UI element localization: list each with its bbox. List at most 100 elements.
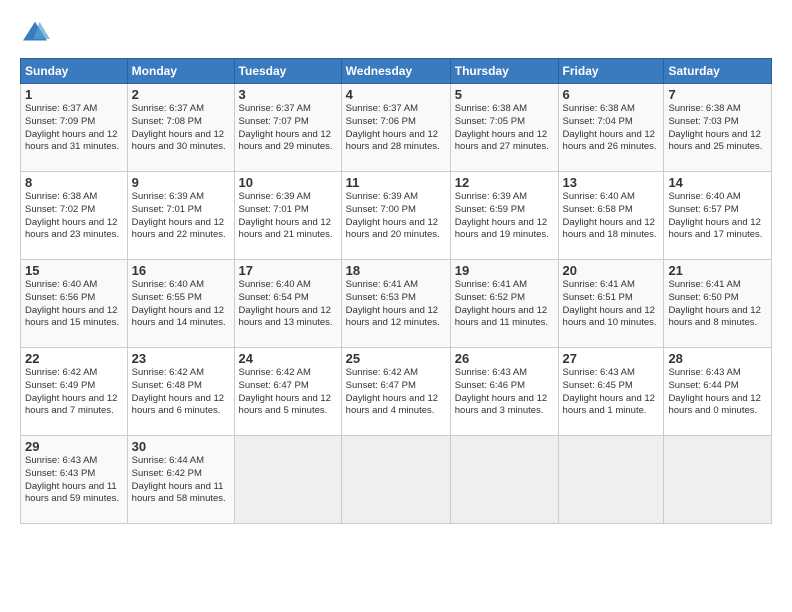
calendar-cell: 15Sunrise: 6:40 AMSunset: 6:56 PMDayligh… — [21, 260, 128, 348]
weekday-header: Tuesday — [234, 59, 341, 84]
day-info: Sunrise: 6:37 AMSunset: 7:09 PMDaylight … — [25, 103, 123, 154]
day-info: Sunrise: 6:39 AMSunset: 7:00 PMDaylight … — [346, 191, 446, 242]
day-number: 9 — [132, 175, 230, 190]
calendar-cell: 23Sunrise: 6:42 AMSunset: 6:48 PMDayligh… — [127, 348, 234, 436]
calendar-week-row: 22Sunrise: 6:42 AMSunset: 6:49 PMDayligh… — [21, 348, 772, 436]
calendar-table: SundayMondayTuesdayWednesdayThursdayFrid… — [20, 58, 772, 524]
calendar-cell: 11Sunrise: 6:39 AMSunset: 7:00 PMDayligh… — [341, 172, 450, 260]
day-info: Sunrise: 6:38 AMSunset: 7:03 PMDaylight … — [668, 103, 767, 154]
calendar-cell: 28Sunrise: 6:43 AMSunset: 6:44 PMDayligh… — [664, 348, 772, 436]
day-number: 27 — [563, 351, 660, 366]
day-info: Sunrise: 6:41 AMSunset: 6:52 PMDaylight … — [455, 279, 554, 330]
calendar-cell: 2Sunrise: 6:37 AMSunset: 7:08 PMDaylight… — [127, 84, 234, 172]
calendar-cell: 5Sunrise: 6:38 AMSunset: 7:05 PMDaylight… — [450, 84, 558, 172]
day-info: Sunrise: 6:38 AMSunset: 7:02 PMDaylight … — [25, 191, 123, 242]
day-info: Sunrise: 6:43 AMSunset: 6:45 PMDaylight … — [563, 367, 660, 418]
calendar-cell: 30Sunrise: 6:44 AMSunset: 6:42 PMDayligh… — [127, 436, 234, 524]
calendar-cell: 13Sunrise: 6:40 AMSunset: 6:58 PMDayligh… — [558, 172, 664, 260]
day-info: Sunrise: 6:41 AMSunset: 6:50 PMDaylight … — [668, 279, 767, 330]
day-info: Sunrise: 6:41 AMSunset: 6:53 PMDaylight … — [346, 279, 446, 330]
calendar-cell — [450, 436, 558, 524]
day-info: Sunrise: 6:42 AMSunset: 6:47 PMDaylight … — [239, 367, 337, 418]
calendar-header-row: SundayMondayTuesdayWednesdayThursdayFrid… — [21, 59, 772, 84]
weekday-header: Sunday — [21, 59, 128, 84]
calendar-cell: 22Sunrise: 6:42 AMSunset: 6:49 PMDayligh… — [21, 348, 128, 436]
day-info: Sunrise: 6:37 AMSunset: 7:06 PMDaylight … — [346, 103, 446, 154]
weekday-header: Friday — [558, 59, 664, 84]
weekday-header: Saturday — [664, 59, 772, 84]
day-number: 2 — [132, 87, 230, 102]
calendar-cell: 9Sunrise: 6:39 AMSunset: 7:01 PMDaylight… — [127, 172, 234, 260]
day-number: 28 — [668, 351, 767, 366]
calendar-week-row: 8Sunrise: 6:38 AMSunset: 7:02 PMDaylight… — [21, 172, 772, 260]
calendar-week-row: 29Sunrise: 6:43 AMSunset: 6:43 PMDayligh… — [21, 436, 772, 524]
day-number: 11 — [346, 175, 446, 190]
day-number: 20 — [563, 263, 660, 278]
calendar-cell — [234, 436, 341, 524]
day-info: Sunrise: 6:37 AMSunset: 7:07 PMDaylight … — [239, 103, 337, 154]
day-info: Sunrise: 6:40 AMSunset: 6:55 PMDaylight … — [132, 279, 230, 330]
day-number: 25 — [346, 351, 446, 366]
day-info: Sunrise: 6:39 AMSunset: 6:59 PMDaylight … — [455, 191, 554, 242]
day-info: Sunrise: 6:39 AMSunset: 7:01 PMDaylight … — [132, 191, 230, 242]
calendar-cell: 14Sunrise: 6:40 AMSunset: 6:57 PMDayligh… — [664, 172, 772, 260]
day-info: Sunrise: 6:43 AMSunset: 6:46 PMDaylight … — [455, 367, 554, 418]
calendar-cell — [558, 436, 664, 524]
day-number: 14 — [668, 175, 767, 190]
day-number: 19 — [455, 263, 554, 278]
day-number: 22 — [25, 351, 123, 366]
day-number: 12 — [455, 175, 554, 190]
day-number: 24 — [239, 351, 337, 366]
weekday-header: Wednesday — [341, 59, 450, 84]
day-info: Sunrise: 6:42 AMSunset: 6:47 PMDaylight … — [346, 367, 446, 418]
day-number: 30 — [132, 439, 230, 454]
calendar-cell: 21Sunrise: 6:41 AMSunset: 6:50 PMDayligh… — [664, 260, 772, 348]
day-number: 17 — [239, 263, 337, 278]
calendar-cell: 27Sunrise: 6:43 AMSunset: 6:45 PMDayligh… — [558, 348, 664, 436]
day-info: Sunrise: 6:40 AMSunset: 6:57 PMDaylight … — [668, 191, 767, 242]
weekday-header: Monday — [127, 59, 234, 84]
calendar-cell: 4Sunrise: 6:37 AMSunset: 7:06 PMDaylight… — [341, 84, 450, 172]
calendar-cell: 29Sunrise: 6:43 AMSunset: 6:43 PMDayligh… — [21, 436, 128, 524]
day-number: 3 — [239, 87, 337, 102]
day-info: Sunrise: 6:41 AMSunset: 6:51 PMDaylight … — [563, 279, 660, 330]
day-number: 16 — [132, 263, 230, 278]
page-container: SundayMondayTuesdayWednesdayThursdayFrid… — [0, 0, 792, 534]
calendar-cell — [341, 436, 450, 524]
calendar-cell: 1Sunrise: 6:37 AMSunset: 7:09 PMDaylight… — [21, 84, 128, 172]
day-info: Sunrise: 6:38 AMSunset: 7:05 PMDaylight … — [455, 103, 554, 154]
calendar-cell: 6Sunrise: 6:38 AMSunset: 7:04 PMDaylight… — [558, 84, 664, 172]
day-info: Sunrise: 6:40 AMSunset: 6:54 PMDaylight … — [239, 279, 337, 330]
calendar-cell: 25Sunrise: 6:42 AMSunset: 6:47 PMDayligh… — [341, 348, 450, 436]
day-number: 6 — [563, 87, 660, 102]
day-number: 15 — [25, 263, 123, 278]
day-info: Sunrise: 6:43 AMSunset: 6:43 PMDaylight … — [25, 455, 123, 506]
calendar-cell: 3Sunrise: 6:37 AMSunset: 7:07 PMDaylight… — [234, 84, 341, 172]
calendar-cell: 19Sunrise: 6:41 AMSunset: 6:52 PMDayligh… — [450, 260, 558, 348]
calendar-cell: 10Sunrise: 6:39 AMSunset: 7:01 PMDayligh… — [234, 172, 341, 260]
weekday-header: Thursday — [450, 59, 558, 84]
calendar-cell: 12Sunrise: 6:39 AMSunset: 6:59 PMDayligh… — [450, 172, 558, 260]
day-number: 1 — [25, 87, 123, 102]
day-number: 23 — [132, 351, 230, 366]
calendar-cell: 16Sunrise: 6:40 AMSunset: 6:55 PMDayligh… — [127, 260, 234, 348]
day-number: 4 — [346, 87, 446, 102]
calendar-cell: 20Sunrise: 6:41 AMSunset: 6:51 PMDayligh… — [558, 260, 664, 348]
day-info: Sunrise: 6:44 AMSunset: 6:42 PMDaylight … — [132, 455, 230, 506]
day-info: Sunrise: 6:42 AMSunset: 6:48 PMDaylight … — [132, 367, 230, 418]
calendar-cell: 17Sunrise: 6:40 AMSunset: 6:54 PMDayligh… — [234, 260, 341, 348]
page-header — [20, 18, 772, 48]
day-info: Sunrise: 6:38 AMSunset: 7:04 PMDaylight … — [563, 103, 660, 154]
logo-icon — [20, 18, 50, 48]
day-number: 8 — [25, 175, 123, 190]
day-number: 7 — [668, 87, 767, 102]
calendar-cell — [664, 436, 772, 524]
logo — [20, 18, 54, 48]
day-number: 10 — [239, 175, 337, 190]
calendar-week-row: 15Sunrise: 6:40 AMSunset: 6:56 PMDayligh… — [21, 260, 772, 348]
day-info: Sunrise: 6:43 AMSunset: 6:44 PMDaylight … — [668, 367, 767, 418]
calendar-cell: 18Sunrise: 6:41 AMSunset: 6:53 PMDayligh… — [341, 260, 450, 348]
day-info: Sunrise: 6:42 AMSunset: 6:49 PMDaylight … — [25, 367, 123, 418]
day-number: 5 — [455, 87, 554, 102]
calendar-week-row: 1Sunrise: 6:37 AMSunset: 7:09 PMDaylight… — [21, 84, 772, 172]
